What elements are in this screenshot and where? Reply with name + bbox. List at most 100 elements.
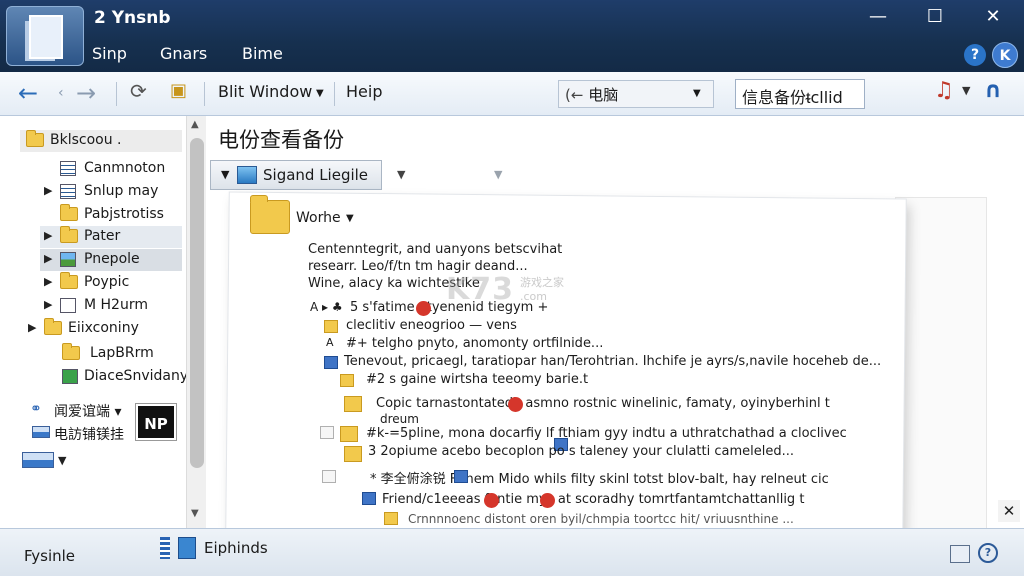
picture-icon bbox=[60, 252, 76, 267]
navigation-pane: Bklscoou . Canmnoton ▶ Snlup may Pabjstr… bbox=[0, 116, 206, 528]
watermark-text: 游戏之家 .com bbox=[520, 274, 564, 303]
doc-entry: Friend/c1eeeas fontie myc at scoradhy to… bbox=[382, 492, 805, 507]
page-title: 电份查看备份 bbox=[218, 128, 344, 152]
window-menu-button[interactable]: Blit Window bbox=[218, 82, 312, 101]
toolbar-divider bbox=[204, 82, 205, 106]
doc-entry: Crnnnnoenc distont oren byil/chmpia toor… bbox=[408, 512, 794, 526]
details-view-icon[interactable] bbox=[178, 537, 196, 559]
toolbar: ← ‹ → ⟳ ▣ Blit Window ▼ Heip (← 电脑 ▼ 信息备… bbox=[0, 72, 1024, 116]
help-icon[interactable]: ? bbox=[964, 44, 986, 66]
sidebar-item-label: Poypic bbox=[84, 274, 130, 290]
chevron-down-icon[interactable]: ▼ bbox=[397, 168, 405, 181]
status-bar: Fysinle Eiphinds ? bbox=[0, 528, 1024, 576]
list-icon bbox=[60, 161, 76, 176]
headset-icon[interactable]: ∩ bbox=[984, 78, 1002, 103]
back-button[interactable]: ← bbox=[18, 79, 38, 107]
sidebar-item[interactable]: DiaceSnvidany bbox=[40, 366, 188, 388]
red-marker-icon bbox=[540, 493, 555, 508]
menu-item-3[interactable]: Bime bbox=[242, 44, 283, 63]
menu-item-2[interactable]: Gnars bbox=[160, 44, 207, 63]
folder-icon bbox=[324, 320, 338, 333]
back-dropdown-icon[interactable]: ‹ bbox=[58, 85, 64, 101]
help-menu-button[interactable]: Heip bbox=[346, 82, 382, 101]
sidebar-item[interactable]: ▶ Snlup may bbox=[40, 181, 182, 203]
close-pane-button[interactable]: ✕ bbox=[998, 500, 1020, 522]
sidebar-item-selected[interactable]: ▶ Pnepole bbox=[40, 249, 182, 271]
scroll-down-icon[interactable]: ▼ bbox=[191, 508, 199, 519]
sidebar-item-label: Pabjstrotiss bbox=[84, 206, 164, 222]
scrollbar-thumb[interactable] bbox=[190, 138, 204, 468]
sidebar-scrollbar[interactable]: ▲ ▼ bbox=[186, 116, 206, 528]
folder-icon bbox=[340, 426, 358, 442]
sidebar-item[interactable]: ▶ Poypic bbox=[40, 272, 182, 294]
app-icon[interactable] bbox=[6, 6, 84, 66]
sidebar-item[interactable]: ▶ M H2urm bbox=[40, 295, 182, 317]
tree-glyph: A bbox=[326, 336, 334, 349]
folder-icon bbox=[60, 226, 78, 243]
toolbar-divider bbox=[116, 82, 117, 106]
chevron-down-icon[interactable]: ▼ bbox=[316, 88, 324, 99]
search-input[interactable]: 信息备份ᵵcllid bbox=[735, 79, 865, 109]
sidebar-item[interactable]: Canmnoton bbox=[40, 158, 182, 180]
address-combo[interactable]: (← 电脑 ▼ bbox=[558, 80, 714, 108]
folder-up-icon[interactable]: ▣ bbox=[170, 80, 187, 101]
document-icon bbox=[62, 369, 78, 384]
preview-icon[interactable] bbox=[950, 545, 970, 563]
expand-arrow-icon[interactable]: ▶ bbox=[44, 229, 52, 242]
document-preview-back bbox=[896, 198, 986, 528]
sidebar-item-computer[interactable]: 电訪铺镁挂 bbox=[30, 422, 140, 444]
doc-entry: #2 s gaine wirtsha teeomy barie.t bbox=[366, 372, 589, 387]
expand-arrow-icon[interactable]: ▶ bbox=[28, 321, 36, 334]
sidebar-item[interactable]: ▶ Eiixconiny bbox=[24, 318, 182, 340]
doc-entry: Tenevout, pricaegl, taratiopar han/Teroh… bbox=[344, 354, 882, 369]
network-icon: ⚭ bbox=[30, 401, 42, 417]
sidebar-item[interactable]: ▶ Pater bbox=[40, 226, 182, 248]
menu-item-1[interactable]: Sinp bbox=[92, 44, 127, 63]
folder-icon bbox=[26, 130, 44, 147]
minimize-button[interactable]: — bbox=[858, 4, 898, 30]
tree-glyph: A ▸ ♣ bbox=[310, 300, 343, 314]
expand-arrow-icon[interactable]: ▶ bbox=[44, 298, 52, 311]
view-dropdown-label: Sigand Liegile bbox=[263, 166, 369, 184]
folder-icon bbox=[62, 343, 80, 360]
document-icon bbox=[29, 15, 63, 59]
folder-icon bbox=[344, 396, 362, 412]
list-view-icon[interactable] bbox=[160, 537, 170, 559]
chevron-down-icon[interactable]: ▼ bbox=[494, 168, 502, 181]
expand-arrow-icon[interactable]: ▶ bbox=[44, 275, 52, 288]
refresh-icon[interactable]: ⟳ bbox=[130, 79, 147, 103]
chevron-down-icon[interactable]: ▼ bbox=[346, 213, 354, 224]
doc-entry: #k-=5pline, mona docarfiy lf fthiam gyy … bbox=[366, 426, 847, 441]
folder-icon bbox=[60, 272, 78, 289]
address-back-icon: (← bbox=[565, 86, 584, 104]
expand-arrow-icon[interactable]: ▶ bbox=[44, 252, 52, 265]
expand-arrow-icon[interactable]: ▶ bbox=[44, 184, 52, 197]
doc-entry: 3 2opiume acebo becoplon po s taleney yo… bbox=[368, 444, 795, 459]
sidebar-item-label: M H2urm bbox=[84, 297, 148, 313]
chevron-down-icon[interactable]: ▼ bbox=[58, 454, 66, 467]
doc-entry: #+ telgho pnyto, anomonty ortfilnide... bbox=[346, 336, 604, 351]
folder-label[interactable]: Worhe bbox=[296, 210, 341, 226]
scroll-up-icon[interactable]: ▲ bbox=[191, 119, 199, 130]
folder-icon bbox=[44, 318, 62, 335]
chevron-down-icon[interactable]: ▼ bbox=[962, 84, 970, 97]
drive-icon[interactable] bbox=[22, 452, 54, 468]
account-icon[interactable]: K bbox=[992, 42, 1018, 68]
music-icon[interactable]: ♫ bbox=[934, 78, 954, 103]
doc-entry: * 李全俯涂锐 Fdhem Mido whils filty skinl tot… bbox=[370, 472, 829, 487]
address-value: 电脑 bbox=[588, 86, 619, 104]
sidebar-item[interactable]: Pabjstrotiss bbox=[40, 204, 182, 226]
list-icon bbox=[60, 184, 76, 199]
sidebar-item-root[interactable]: Bklscoou . bbox=[20, 130, 182, 152]
document-icon bbox=[454, 470, 468, 483]
toolbar-divider bbox=[334, 82, 335, 106]
close-button[interactable]: ✕ bbox=[973, 4, 1013, 30]
sidebar-item[interactable]: LapBRrm bbox=[40, 343, 182, 365]
view-icon bbox=[237, 166, 257, 184]
sidebar-item-network[interactable]: ⚭ 闻爱谊端 ▾ bbox=[30, 399, 140, 421]
view-dropdown[interactable]: ▼ Sigand Liegile bbox=[210, 160, 382, 190]
forward-button[interactable]: → bbox=[76, 79, 96, 107]
sidebar-item-label: 电訪铺镁挂 bbox=[54, 427, 124, 443]
maximize-button[interactable]: ☐ bbox=[915, 4, 955, 30]
network-status-icon[interactable]: ? bbox=[978, 543, 998, 563]
